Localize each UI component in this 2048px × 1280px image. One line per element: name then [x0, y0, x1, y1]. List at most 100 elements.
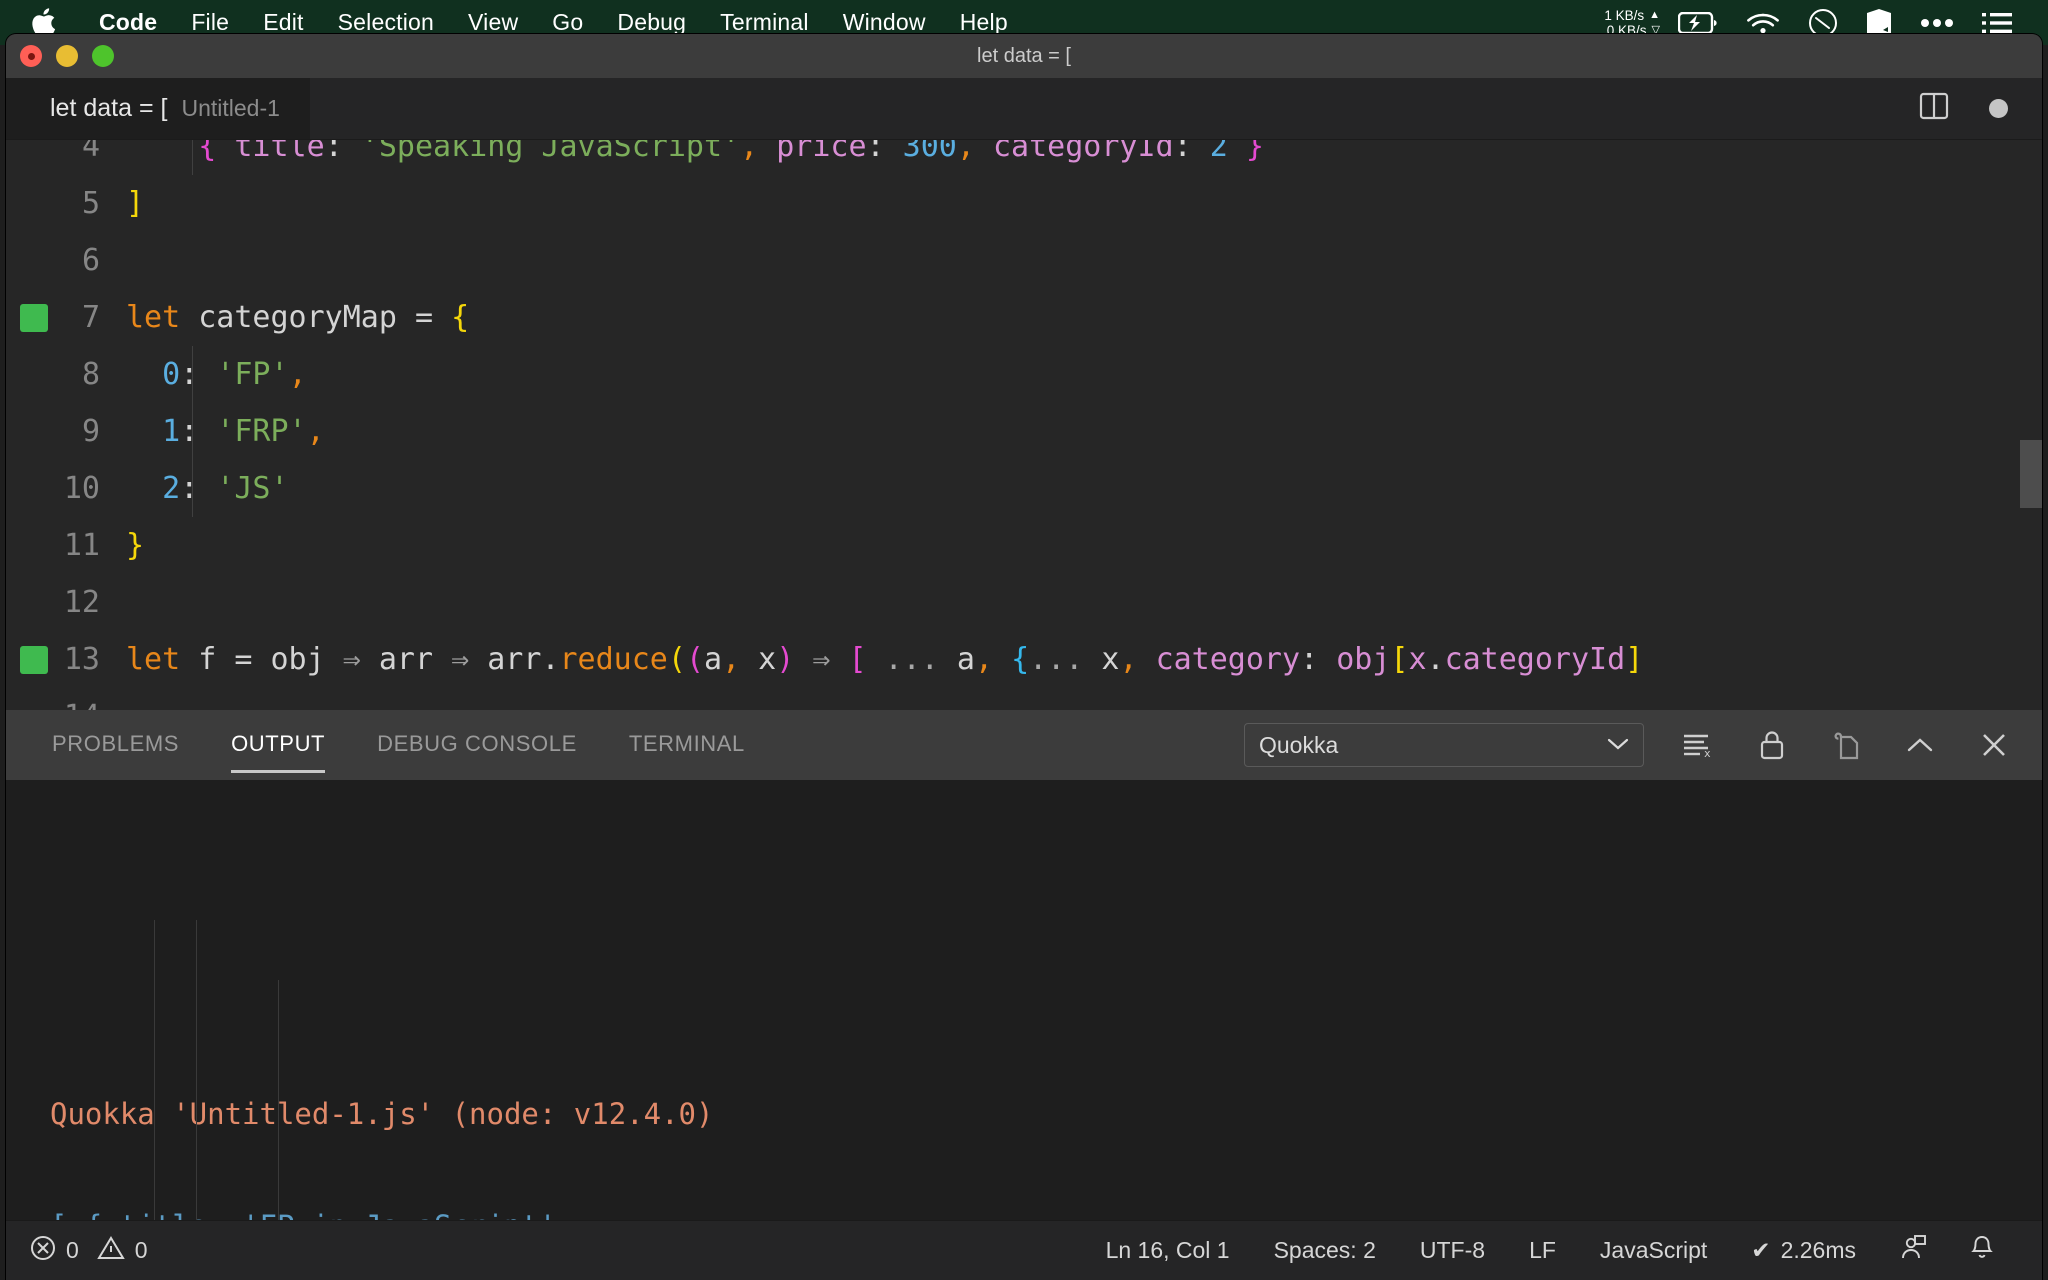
clear-output-icon[interactable]: x [1678, 725, 1718, 765]
code-token: ⇒ [342, 642, 361, 677]
chevron-down-icon [1607, 734, 1629, 757]
lock-icon[interactable] [1752, 725, 1792, 765]
editor-vertical-scrollbar[interactable] [2020, 440, 2042, 508]
code-token: { [451, 300, 470, 335]
warning-count: 0 [134, 1237, 148, 1263]
collapse-panel-icon[interactable] [1900, 725, 1940, 765]
code-token: obj [1336, 642, 1391, 677]
wifi-icon[interactable] [1746, 11, 1780, 35]
status-feedback[interactable] [1878, 1234, 1948, 1267]
window-traffic-lights [20, 34, 114, 78]
menu-item-terminal[interactable]: Terminal [703, 9, 826, 36]
maximize-window-button[interactable] [92, 45, 114, 67]
editor-tab-untitled-1[interactable]: let data = [ Untitled-1 [6, 78, 310, 139]
output-indent-guide [154, 920, 155, 1220]
code-line[interactable]: 13 let f = obj ⇒ arr ⇒ arr.reduce((a, x) … [6, 631, 2042, 688]
tab-output[interactable]: OUTPUT [231, 723, 326, 773]
tab-debug-console[interactable]: DEBUG CONSOLE [377, 723, 577, 767]
feedback-icon [1900, 1234, 1926, 1267]
code-token: , [1119, 642, 1138, 677]
code-token: 1 [162, 414, 181, 449]
code-token: : [1173, 140, 1210, 164]
code-line[interactable]: 4 { title: 'Speaking JavaScript', price:… [6, 140, 2042, 175]
code-token: , [722, 642, 741, 677]
code-line[interactable]: 9 1: 'FRP', [6, 403, 2042, 460]
network-speed-indicator[interactable]: 1 KB/s ▲ 0 KB/s ▽ [1604, 8, 1660, 38]
code-line[interactable]: 6 [6, 232, 2042, 289]
status-language-mode[interactable]: JavaScript [1578, 1237, 1729, 1264]
status-encoding[interactable]: UTF-8 [1398, 1237, 1507, 1264]
triangle-up-icon: ▲ [1649, 8, 1660, 21]
code-line[interactable]: 14 [6, 688, 2042, 710]
code-line[interactable]: 12 [6, 574, 2042, 631]
battery-charging-icon[interactable] [1678, 11, 1718, 34]
status-quokka-time[interactable]: ✔ 2.26ms [1729, 1237, 1878, 1264]
close-window-button[interactable] [20, 45, 42, 67]
output-panel-content[interactable]: Quokka 'Untitled-1.js' (node: v12.4.0) [… [6, 780, 2042, 1220]
code-token: categoryId [992, 140, 1174, 164]
bottom-panel: PROBLEMS OUTPUT DEBUG CONSOLE TERMINAL Q… [6, 710, 2042, 1220]
code-token: 0 [162, 357, 181, 392]
menu-item-debug[interactable]: Debug [600, 9, 703, 36]
code-text: let f = obj ⇒ arr ⇒ arr.reduce((a, x) ⇒ … [126, 642, 1643, 677]
tab-problems[interactable]: PROBLEMS [52, 723, 179, 767]
window-title-bar: let data = [ [6, 34, 2042, 78]
code-token: obj [270, 642, 343, 677]
code-token: , [740, 140, 759, 164]
code-line[interactable]: 11} [6, 517, 2042, 574]
quokka-elapsed: 2.26ms [1780, 1237, 1856, 1263]
vscode-window: let data = [ let data = [ Untitled-1 4 {… [6, 34, 2042, 1280]
ellipsis-icon[interactable] [1920, 18, 1954, 28]
code-text: 2: 'JS' [126, 471, 288, 506]
menu-item-edit[interactable]: Edit [246, 9, 320, 36]
status-cursor-position[interactable]: Ln 16, Col 1 [1084, 1237, 1252, 1264]
code-token: } [1245, 140, 1264, 164]
gauge-icon[interactable] [1808, 8, 1838, 38]
unsaved-indicator-dot[interactable] [1989, 99, 2008, 118]
code-token: : [180, 414, 217, 449]
list-icon[interactable] [1982, 11, 2012, 35]
code-line[interactable]: 8 0: 'FP', [6, 346, 2042, 403]
menu-item-help[interactable]: Help [943, 9, 1025, 36]
minimize-window-button[interactable] [56, 45, 78, 67]
output-indent-guide [278, 980, 279, 1220]
code-token: category [1155, 642, 1301, 677]
menu-item-file[interactable]: File [174, 9, 246, 36]
code-editor[interactable]: 4 { title: 'Speaking JavaScript', price:… [6, 140, 2042, 710]
code-line[interactable]: 7 let categoryMap = { [6, 289, 2042, 346]
open-in-editor-icon[interactable] [1826, 725, 1866, 765]
tab-terminal[interactable]: TERMINAL [629, 723, 745, 767]
code-token: a [704, 642, 723, 677]
output-lines-container: Quokka 'Untitled-1.js' (node: v12.4.0) [… [50, 1086, 2042, 1220]
code-line[interactable]: 10 2: 'JS' [6, 460, 2042, 517]
menu-item-go[interactable]: Go [535, 9, 600, 36]
code-token: . [1426, 642, 1445, 677]
line-number: 11 [63, 528, 100, 563]
cube-icon[interactable] [1866, 8, 1892, 38]
code-token: } [126, 528, 145, 563]
close-panel-icon[interactable] [1974, 725, 2014, 765]
code-token: , [956, 140, 975, 164]
code-token: 'Speaking JavaScript' [360, 140, 741, 164]
code-token: : [180, 357, 217, 392]
code-text: 1: 'FRP', [126, 414, 325, 449]
menu-item-view[interactable]: View [451, 9, 535, 36]
status-eol[interactable]: LF [1507, 1237, 1578, 1264]
code-token: categoryMap [180, 300, 415, 335]
editor-tab-bar: let data = [ Untitled-1 [6, 78, 2042, 140]
code-token: x [1083, 642, 1120, 677]
code-line[interactable]: 5] [6, 175, 2042, 232]
output-channel-select[interactable]: Quokka [1244, 723, 1644, 767]
menu-item-window[interactable]: Window [826, 9, 943, 36]
quokka-live-marker [20, 646, 48, 674]
status-problems[interactable]: 0 0 [30, 1235, 170, 1267]
code-token: 2 [1209, 140, 1228, 164]
output-line: Quokka 'Untitled-1.js' (node: v12.4.0) [50, 1097, 714, 1131]
split-editor-icon[interactable] [1919, 91, 1949, 126]
status-indentation[interactable]: Spaces: 2 [1252, 1237, 1398, 1264]
menu-item-code[interactable]: Code [82, 9, 174, 36]
code-token: ] [126, 186, 145, 221]
status-notifications[interactable] [1948, 1235, 2016, 1267]
menu-item-selection[interactable]: Selection [321, 9, 451, 36]
